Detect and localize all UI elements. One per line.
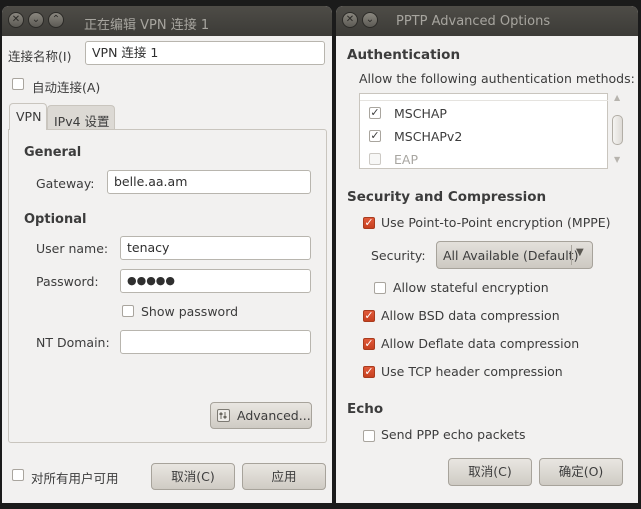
deflate-compression-label: Allow Deflate data compression bbox=[381, 336, 580, 351]
pptp-advanced-window: ✕ ⌄ PPTP Advanced Options Authentication… bbox=[336, 6, 638, 503]
tab-vpn[interactable]: VPN bbox=[9, 103, 47, 130]
echo-label: Send PPP echo packets bbox=[381, 427, 526, 442]
echo-checkbox[interactable] bbox=[363, 430, 375, 442]
authentication-header: Authentication bbox=[347, 47, 461, 63]
advanced-button[interactable]: Advanced... bbox=[210, 402, 312, 429]
tab-label: VPN bbox=[16, 109, 42, 124]
stateful-encryption-checkbox[interactable] bbox=[374, 282, 386, 294]
close-icon[interactable]: ✕ bbox=[342, 12, 358, 28]
deflate-compression-checkbox[interactable]: ✓ bbox=[363, 338, 375, 350]
mppe-label: Use Point-to-Point encryption (MPPE) bbox=[381, 215, 611, 230]
ok-button[interactable]: 确定(O) bbox=[539, 458, 623, 486]
title-bar: ✕ ⌄ PPTP Advanced Options bbox=[336, 6, 638, 36]
authentication-description: Allow the following authentication metho… bbox=[359, 71, 635, 86]
auth-list-scrollbar[interactable]: ▲ ▼ bbox=[610, 93, 626, 169]
connection-name-input[interactable]: VPN 连接 1 bbox=[85, 41, 325, 65]
username-label: User name: bbox=[36, 241, 109, 256]
minimize-icon[interactable]: ⌄ bbox=[28, 12, 44, 28]
auto-connect-label: 自动连接(A) bbox=[32, 80, 101, 95]
echo-header: Echo bbox=[347, 401, 384, 417]
username-input[interactable]: tenacy bbox=[120, 236, 311, 260]
all-users-label: 对所有用户可用 bbox=[31, 471, 119, 486]
gateway-label: Gateway: bbox=[36, 176, 95, 191]
mschapv2-checkbox[interactable]: ✓ bbox=[369, 130, 381, 142]
bsd-compression-checkbox[interactable]: ✓ bbox=[363, 310, 375, 322]
vpn-editor-window: ✕ ⌄ ⌃ 正在编辑 VPN 连接 1 连接名称(I) VPN 连接 1 自动连… bbox=[2, 6, 332, 503]
nt-domain-label: NT Domain: bbox=[36, 335, 110, 350]
password-input[interactable]: ●●●●● bbox=[120, 269, 311, 293]
window-title: 正在编辑 VPN 连接 1 bbox=[84, 18, 210, 33]
vpn-tab-panel: General Gateway: belle.aa.am Optional Us… bbox=[8, 129, 327, 443]
tcp-compression-checkbox[interactable]: ✓ bbox=[363, 366, 375, 378]
window-title: PPTP Advanced Options bbox=[396, 14, 551, 29]
security-value: All Available (Default) bbox=[443, 248, 579, 263]
auto-connect-checkbox[interactable] bbox=[12, 78, 24, 90]
mschapv2-label: MSCHAPv2 bbox=[394, 129, 463, 144]
stateful-encryption-label: Allow stateful encryption bbox=[393, 280, 549, 295]
scrollbar-thumb[interactable] bbox=[612, 115, 623, 145]
nt-domain-input[interactable] bbox=[120, 330, 311, 354]
security-dropdown[interactable]: All Available (Default) ▼ bbox=[436, 241, 593, 269]
settings-icon bbox=[217, 409, 230, 422]
mppe-checkbox[interactable]: ✓ bbox=[363, 217, 375, 229]
password-label: Password: bbox=[36, 274, 99, 289]
tcp-compression-label: Use TCP header compression bbox=[381, 364, 563, 379]
bsd-compression-label: Allow BSD data compression bbox=[381, 308, 560, 323]
dropdown-arrow-icon: ▼ bbox=[576, 247, 584, 258]
connection-name-label: 连接名称(I) bbox=[8, 49, 72, 64]
cancel-button[interactable]: 取消(C) bbox=[448, 458, 532, 486]
optional-header: Optional bbox=[24, 212, 87, 227]
eap-label: EAP bbox=[394, 152, 418, 167]
scroll-down-icon[interactable]: ▼ bbox=[614, 155, 620, 164]
gateway-input[interactable]: belle.aa.am bbox=[107, 170, 311, 194]
tab-ipv4[interactable]: IPv4 设置 bbox=[47, 105, 115, 131]
scroll-up-icon[interactable]: ▲ bbox=[614, 93, 620, 102]
close-icon[interactable]: ✕ bbox=[8, 12, 24, 28]
title-bar: ✕ ⌄ ⌃ 正在编辑 VPN 连接 1 bbox=[2, 6, 332, 36]
all-users-checkbox[interactable] bbox=[12, 469, 24, 481]
show-password-label: Show password bbox=[141, 304, 239, 319]
maximize-icon[interactable]: ⌃ bbox=[48, 12, 64, 28]
security-label: Security: bbox=[371, 248, 426, 263]
eap-checkbox[interactable] bbox=[369, 153, 381, 165]
general-header: General bbox=[24, 145, 82, 160]
mschap-checkbox[interactable]: ✓ bbox=[369, 107, 381, 119]
auth-methods-list: ✓ MSCHAP ✓ MSCHAPv2 EAP bbox=[359, 93, 608, 169]
cancel-button[interactable]: 取消(C) bbox=[151, 463, 235, 490]
minimize-icon[interactable]: ⌄ bbox=[362, 12, 378, 28]
apply-button[interactable]: 应用 bbox=[242, 463, 326, 490]
security-compression-header: Security and Compression bbox=[347, 189, 547, 205]
show-password-checkbox[interactable] bbox=[122, 305, 134, 317]
tab-label: IPv4 设置 bbox=[54, 114, 110, 129]
mschap-label: MSCHAP bbox=[394, 106, 447, 121]
advanced-button-label: Advanced... bbox=[237, 408, 311, 423]
